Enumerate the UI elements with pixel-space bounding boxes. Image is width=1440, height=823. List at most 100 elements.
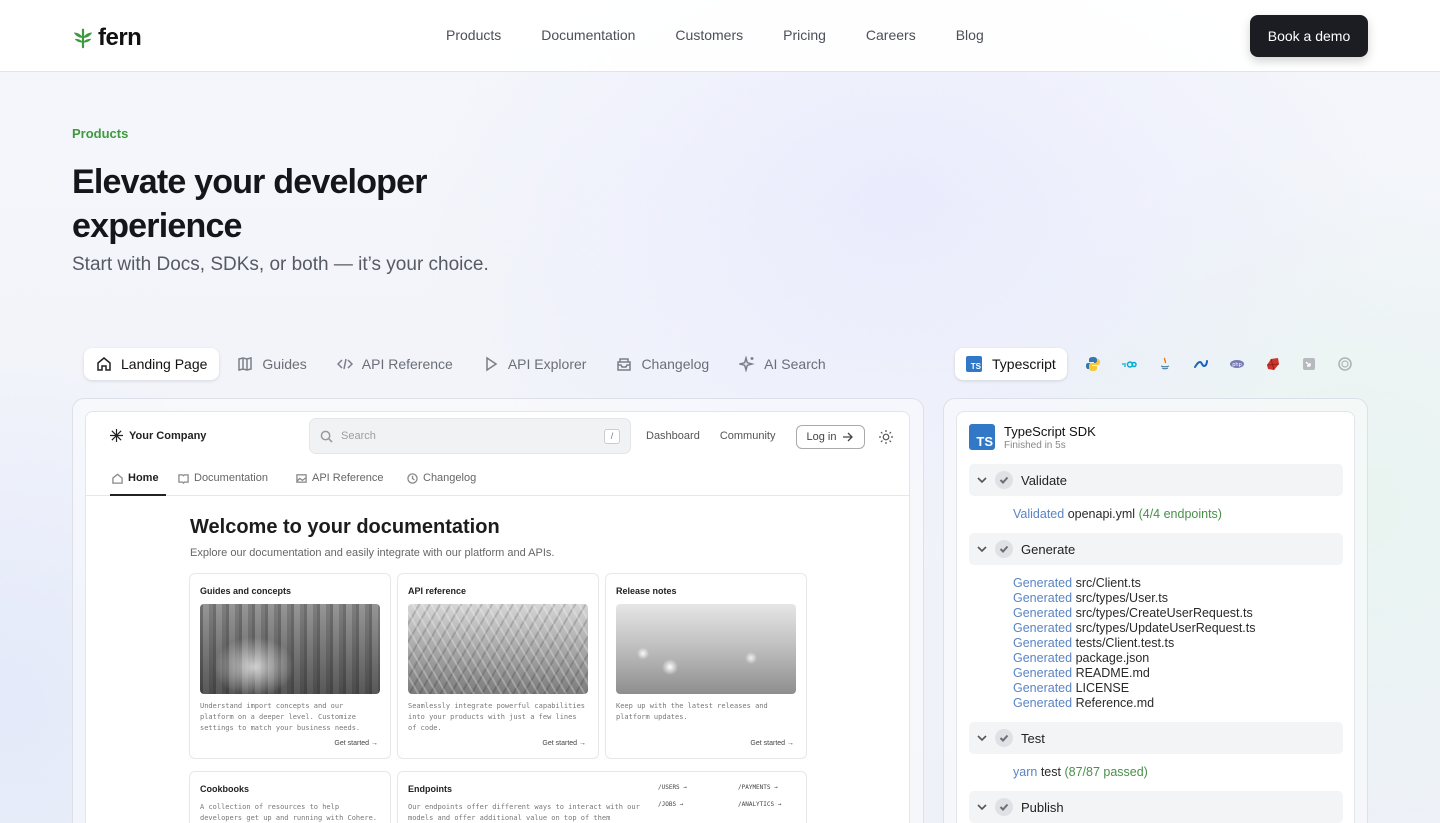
sdk-build-window: TS TypeScript SDK Finished in 5s Validat… [956, 411, 1355, 823]
tab-landing-page[interactable]: Landing Page [84, 348, 220, 380]
generate-log: Generated src/Client.ts Generated src/ty… [1013, 576, 1256, 711]
language-tabs: TS Typescript php [955, 348, 1353, 380]
book-icon [238, 357, 253, 371]
docs-link-community[interactable]: Community [720, 430, 776, 442]
search-placeholder: Search [341, 430, 376, 442]
typescript-icon: TS [969, 424, 995, 450]
step-generate[interactable]: Generate [969, 533, 1343, 565]
tab-changelog[interactable]: Changelog [604, 348, 721, 380]
clock-icon [407, 472, 418, 484]
login-button[interactable]: Log in [796, 425, 865, 449]
typescript-icon: TS [966, 356, 982, 372]
card-guides[interactable]: Guides and concepts Understand import co… [189, 573, 391, 759]
nav-customers[interactable]: Customers [675, 27, 743, 43]
flowers-image [616, 604, 796, 694]
step-label: Generate [1021, 541, 1076, 557]
log-line: Generated src/types/User.ts [1013, 591, 1168, 605]
log-line: Generated src/types/UpdateUserRequest.ts [1013, 621, 1256, 635]
tab-api-reference[interactable]: API Reference [325, 348, 465, 380]
step-validate[interactable]: Validate [969, 464, 1343, 496]
inbox-icon [617, 358, 632, 371]
brand-name: fern [98, 24, 142, 51]
endpoint-payments[interactable]: /PAYMENTS → [738, 784, 818, 791]
swift-icon[interactable] [1301, 356, 1317, 372]
tab-label: Guides [262, 356, 307, 372]
search-shortcut-key: / [604, 428, 620, 444]
log-line: Generated LICENSE [1013, 681, 1130, 695]
nav-blog[interactable]: Blog [956, 27, 984, 43]
nav-careers[interactable]: Careers [866, 27, 916, 43]
step-publish[interactable]: Publish [969, 791, 1343, 823]
go-icon[interactable] [1121, 356, 1137, 372]
card-release-notes[interactable]: Release notes Keep up with the latest re… [605, 573, 807, 759]
lang-typescript[interactable]: TS Typescript [955, 348, 1067, 380]
docs-link-dashboard[interactable]: Dashboard [646, 430, 700, 442]
docs-top-links: Dashboard Community [646, 430, 775, 442]
docs-preview-window: Your Company Search / Dashboard Communit… [85, 411, 910, 823]
card-description: Keep up with the latest releases and pla… [616, 702, 768, 721]
fern-image [408, 604, 588, 694]
rust-icon[interactable] [1337, 356, 1353, 372]
chevron-down-icon [977, 735, 987, 742]
fern-logo[interactable]: fern [72, 24, 142, 52]
csharp-icon[interactable] [1193, 356, 1209, 372]
docs-tab-label: API Reference [312, 472, 384, 484]
docs-topbar: Your Company Search / Dashboard Communit… [86, 412, 909, 462]
card-title: Endpoints [408, 784, 452, 794]
card-description: A collection of resources to help develo… [200, 803, 378, 822]
docs-lead: Explore our documentation and easily int… [190, 547, 555, 559]
log-line: Generated tests/Client.test.ts [1013, 636, 1175, 650]
card-cta-link[interactable]: Get started → [542, 740, 586, 747]
java-icon[interactable] [1157, 356, 1173, 372]
company-brand[interactable]: Your Company [110, 429, 206, 442]
docs-heading: Welcome to your documentation [190, 516, 500, 538]
sparkle-icon [739, 356, 755, 372]
section-eyebrow: Products [72, 126, 129, 141]
card-description: Seamlessly integrate powerful capabiliti… [408, 702, 586, 732]
lang-label: Typescript [992, 356, 1056, 372]
log-line: yarn test (87/87 passed) [1013, 765, 1148, 779]
nav-pricing[interactable]: Pricing [783, 27, 826, 43]
tab-label: Landing Page [121, 356, 208, 372]
tab-label: API Reference [361, 356, 453, 372]
card-cta-link[interactable]: Get started → [334, 740, 378, 747]
docs-tab-changelog[interactable]: Changelog [407, 472, 476, 484]
search-icon [320, 430, 333, 443]
docs-search-input[interactable]: Search / [309, 418, 631, 454]
endpoint-analytics[interactable]: /ANALYTICS → [738, 801, 818, 808]
card-cta-link[interactable]: Get started → [750, 740, 794, 747]
card-api-reference[interactable]: API reference Seamlessly integrate power… [397, 573, 599, 759]
docs-tab-home[interactable]: Home [112, 472, 159, 484]
step-test[interactable]: Test [969, 722, 1343, 754]
nav-documentation[interactable]: Documentation [541, 27, 635, 43]
forest-image [200, 604, 380, 694]
log-line: Generated package.json [1013, 651, 1150, 665]
card-cookbooks[interactable]: Cookbooks A collection of resources to h… [189, 771, 391, 823]
ruby-icon[interactable] [1265, 356, 1281, 372]
docs-tab-documentation[interactable]: Documentation [178, 472, 268, 484]
endpoint-jobs[interactable]: /JOBS → [658, 801, 738, 808]
log-line: Generated README.md [1013, 666, 1150, 680]
python-icon[interactable] [1085, 356, 1101, 372]
tab-api-explorer[interactable]: API Explorer [471, 348, 599, 380]
docs-tab-api-reference[interactable]: API Reference [296, 472, 384, 484]
main-nav: Products Documentation Customers Pricing… [446, 27, 984, 43]
tab-label: AI Search [764, 356, 826, 372]
nav-products[interactable]: Products [446, 27, 501, 43]
tab-guides[interactable]: Guides [225, 348, 318, 380]
log-line: Generated src/types/CreateUserRequest.ts [1013, 606, 1253, 620]
hero-title: Elevate your developer experience [72, 163, 427, 245]
endpoint-users[interactable]: /USERS → [658, 784, 738, 791]
card-title: API reference [408, 586, 467, 596]
tab-ai-search[interactable]: AI Search [727, 348, 837, 380]
book-demo-button[interactable]: Book a demo [1250, 15, 1368, 57]
theme-toggle-icon[interactable] [879, 430, 893, 444]
login-label: Log in [806, 431, 837, 443]
sdk-status: Finished in 5s [1004, 440, 1066, 451]
play-icon [486, 356, 498, 372]
code-icon [336, 358, 353, 370]
chevron-down-icon [977, 477, 987, 484]
php-icon[interactable]: php [1229, 356, 1245, 372]
card-endpoints[interactable]: Endpoints Our endpoints offer different … [397, 771, 807, 823]
docs-tab-label: Changelog [423, 472, 477, 484]
